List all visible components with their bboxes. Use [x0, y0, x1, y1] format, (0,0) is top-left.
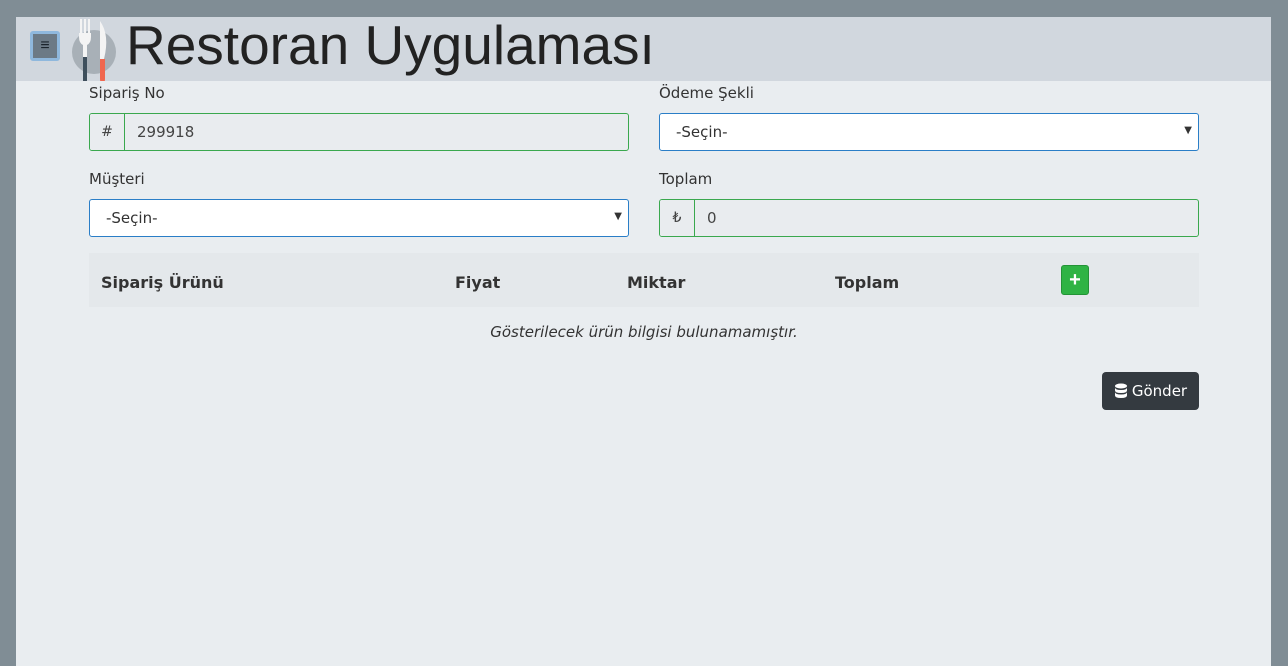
send-button[interactable]: Gönder [1102, 372, 1199, 410]
column-header-quantity: Miktar [627, 273, 686, 292]
order-items-table-header: Sipariş Ürünü Fiyat Miktar Toplam + [89, 253, 1199, 307]
fork-knife-icon [70, 17, 118, 84]
order-no-value: 299918 [137, 123, 195, 141]
total-label: Toplam [659, 170, 713, 188]
page-title: Restoran Uygulaması [126, 14, 655, 76]
hamburger-icon: ≡ [40, 37, 50, 54]
column-header-product: Sipariş Ürünü [101, 273, 224, 292]
customer-select[interactable]: -Seçin- ▼ [89, 199, 629, 237]
order-no-field: # 299918 [89, 113, 629, 151]
database-icon [1114, 383, 1128, 399]
payment-method-selected: -Seçin- [676, 123, 728, 141]
total-value: 0 [707, 209, 717, 227]
order-form-panel: Sipariş No # 299918 Ödeme Şekli -Seçin- … [16, 81, 1271, 666]
payment-method-select[interactable]: -Seçin- ▼ [659, 113, 1199, 151]
customer-label: Müşteri [89, 170, 145, 188]
plus-icon: + [1069, 269, 1081, 291]
menu-toggle-button[interactable]: ≡ [30, 31, 60, 61]
order-no-label: Sipariş No [89, 84, 165, 102]
add-item-button[interactable]: + [1061, 265, 1089, 295]
payment-method-label: Ödeme Şekli [659, 84, 754, 102]
chevron-down-icon: ▼ [1184, 125, 1192, 136]
customer-selected: -Seçin- [106, 209, 158, 227]
column-header-total: Toplam [835, 273, 900, 292]
hash-prefix: # [90, 114, 125, 150]
lira-prefix: ₺ [660, 200, 695, 236]
total-field: ₺ 0 [659, 199, 1199, 237]
empty-table-message: Gösterilecek ürün bilgisi bulunamamıştır… [490, 323, 798, 341]
chevron-down-icon: ▼ [614, 211, 622, 222]
column-header-price: Fiyat [455, 273, 501, 292]
send-button-label: Gönder [1131, 382, 1188, 400]
app-header: ≡ Restoran Uygulaması [16, 14, 1271, 84]
